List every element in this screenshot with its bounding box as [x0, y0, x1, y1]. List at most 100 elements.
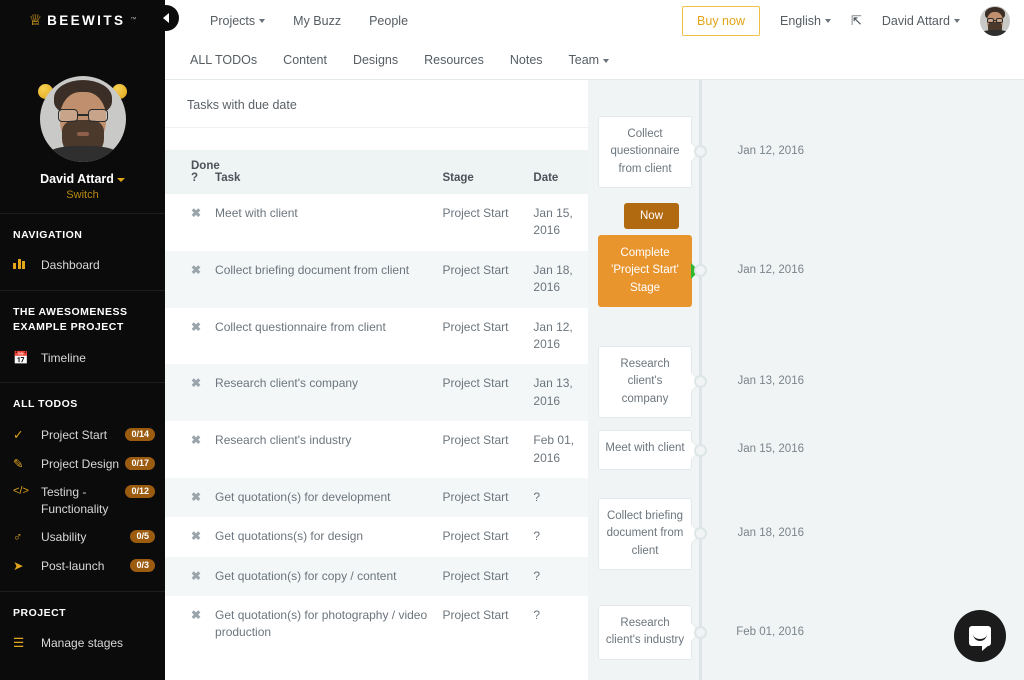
sidebar-item-testing-functionality[interactable]: </> Testing - Functionality 0/12 — [0, 478, 165, 522]
intercom-chat-icon[interactable] — [954, 610, 1006, 662]
table-row[interactable]: ✖ Get quotation(s) for development Proje… — [165, 477, 588, 518]
list-icon: ☰ — [13, 635, 25, 650]
table-row[interactable]: ✖ Collect questionnaire from client Proj… — [165, 308, 588, 365]
status-badge: 0/5 — [130, 529, 155, 543]
column-header-task: Task — [215, 150, 443, 194]
sidebar-user-name: David Attard — [40, 172, 114, 186]
not-done-icon[interactable]: ✖ — [191, 320, 201, 334]
not-done-icon[interactable]: ✖ — [191, 490, 201, 504]
sidebar-item-timeline[interactable]: 📅 Timeline — [0, 344, 165, 373]
sidebar-item-label: Timeline — [41, 350, 86, 365]
now-marker-button[interactable]: Now — [624, 203, 680, 229]
not-done-icon[interactable]: ✖ — [191, 263, 201, 277]
top-right-actions: Buy now English ⇱ David Attard — [682, 5, 1024, 36]
sidebar-user-menu[interactable]: David Attard — [0, 172, 165, 186]
timeline-dot — [694, 375, 707, 389]
timeline-item[interactable]: Research client's company Jan 13, 2016 — [588, 346, 1024, 418]
table-row[interactable]: ✖ Research client's industry Project Sta… — [165, 421, 588, 478]
language-label: English — [780, 13, 821, 28]
not-done-icon[interactable]: ✖ — [191, 206, 201, 220]
not-done-icon[interactable]: ✖ — [191, 376, 201, 390]
tab-designs[interactable]: Designs — [353, 53, 398, 67]
task-name: Get quotation(s) for copy / content — [215, 568, 397, 583]
not-done-icon[interactable]: ✖ — [191, 569, 201, 583]
task-name: Collect questionnaire from client — [215, 319, 386, 334]
avatar[interactable] — [980, 5, 1010, 36]
task-name: Collect briefing document from client — [215, 262, 410, 277]
sidebar-item-dashboard[interactable]: Dashboard — [0, 251, 165, 280]
tab-team[interactable]: Team — [569, 53, 610, 67]
table-row[interactable]: ✖ Research client's company Project Star… — [165, 364, 588, 422]
user-menu[interactable]: David Attard — [882, 14, 960, 28]
timeline-date: Jan 12, 2016 — [737, 145, 804, 158]
sidebar-item-manage-stages[interactable]: ☰ Manage stages — [0, 629, 165, 658]
tab-resources[interactable]: Resources — [424, 53, 484, 67]
column-header-done: Done ? — [165, 150, 220, 194]
timeline-item-current[interactable]: Complete 'Project Start' Stage Jan 12, 2… — [588, 235, 1024, 307]
table-row[interactable]: ✖ Meet with client Project Start Jan 15,… — [165, 194, 588, 251]
sidebar-item-post-launch[interactable]: ➤ Post-launch 0/3 — [0, 552, 165, 581]
tab-all-todos[interactable]: ALL TODOs — [190, 53, 257, 67]
task-stage: Project Start — [442, 433, 509, 448]
tab-notes[interactable]: Notes — [510, 53, 543, 67]
sidebar-section-navigation: NAVIGATION Dashboard — [0, 213, 165, 290]
timeline-card[interactable]: Collect briefing document from client — [598, 498, 692, 570]
timeline-date: Feb 01, 2016 — [736, 625, 804, 638]
expand-icon[interactable]: ⇱ — [851, 13, 862, 29]
nav-my-buzz[interactable]: My Buzz — [293, 14, 341, 28]
sidebar-section-all-todos: ALL TODOS ✓ Project Start 0/14 ✎ Project… — [0, 382, 165, 590]
chevron-down-icon — [259, 19, 266, 24]
person-icon: ♂ — [13, 529, 23, 544]
tab-content[interactable]: Content — [283, 53, 327, 67]
timeline-item[interactable]: Collect questionnaire from client Jan 12… — [588, 116, 1024, 188]
brand-logo[interactable]: ♕ BEEWITS ™ — [0, 0, 165, 34]
timeline-dot — [694, 264, 707, 278]
timeline-card[interactable]: Research client's company — [598, 346, 692, 418]
timeline-item[interactable]: Collect briefing document from client Ja… — [588, 498, 1024, 570]
nav-label: Projects — [210, 13, 256, 28]
task-stage: Project Start — [442, 206, 509, 220]
table-row[interactable]: ✖ Collect briefing document from client … — [165, 250, 588, 308]
timeline-card[interactable]: Research client's industry — [598, 605, 692, 660]
table-row[interactable]: ✖ Get quotation(s) for photography / vid… — [165, 596, 588, 653]
secondary-nav: ALL TODOs Content Designs Resources Note… — [165, 41, 1024, 80]
timeline-card[interactable]: Collect questionnaire from client — [598, 116, 692, 188]
task-date: ? — [533, 529, 541, 544]
timeline-date: Jan 15, 2016 — [737, 443, 804, 456]
sidebar-item-project-start[interactable]: ✓ Project Start 0/14 — [0, 421, 165, 450]
task-date: Feb 01, 2016 — [533, 433, 575, 465]
sidebar-collapse-toggle[interactable] — [153, 5, 179, 31]
check-icon: ✓ — [13, 427, 24, 442]
nav-people[interactable]: People — [369, 14, 408, 28]
task-date: ? — [533, 489, 541, 504]
task-date: Jan 15, 2016 — [533, 206, 573, 238]
column-header-done-line2: ? — [191, 172, 199, 184]
not-done-icon[interactable]: ✖ — [191, 529, 201, 543]
table-row[interactable]: ✖ Get quotation(s) for copy / content Pr… — [165, 556, 588, 597]
table-row[interactable]: ✖ Get quotations(s) for design Project S… — [165, 517, 588, 556]
switch-user-link[interactable]: Switch — [0, 189, 165, 201]
task-name: Get quotation(s) for photography / video… — [215, 608, 428, 640]
nav-projects[interactable]: Projects — [210, 13, 266, 28]
status-badge: 0/14 — [125, 427, 155, 441]
app-root: ♕ BEEWITS ™ David Attard Switch NAVIGATI… — [0, 0, 1024, 680]
tasks-table-body: ✖ Meet with client Project Start Jan 15,… — [165, 194, 588, 653]
timeline-item[interactable]: Meet with client Jan 15, 2016 — [588, 430, 1024, 470]
language-selector[interactable]: English — [780, 14, 831, 28]
status-badge: 0/12 — [125, 485, 155, 499]
not-done-icon[interactable]: ✖ — [191, 433, 201, 447]
chevron-down-icon — [954, 19, 960, 24]
sidebar-item-usability[interactable]: ♂ Usability 0/5 — [0, 523, 165, 552]
task-stage: Project Start — [442, 568, 509, 583]
timeline-card[interactable]: Meet with client — [598, 430, 692, 470]
pencil-icon: ✎ — [13, 456, 24, 471]
not-done-icon[interactable]: ✖ — [191, 608, 201, 622]
primary-nav: Projects My Buzz People — [210, 14, 408, 28]
sidebar-item-project-design[interactable]: ✎ Project Design 0/17 — [0, 450, 165, 479]
timeline-card-highlighted[interactable]: Complete 'Project Start' Stage — [598, 235, 692, 307]
task-date: Jan 12, 2016 — [533, 319, 573, 351]
buy-now-button[interactable]: Buy now — [682, 5, 760, 36]
sidebar-profile: David Attard Switch — [0, 34, 165, 213]
trademark-symbol: ™ — [130, 17, 137, 23]
sidebar-section-project: THE AWESOMENESS EXAMPLE PROJECT 📅 Timeli… — [0, 290, 165, 382]
